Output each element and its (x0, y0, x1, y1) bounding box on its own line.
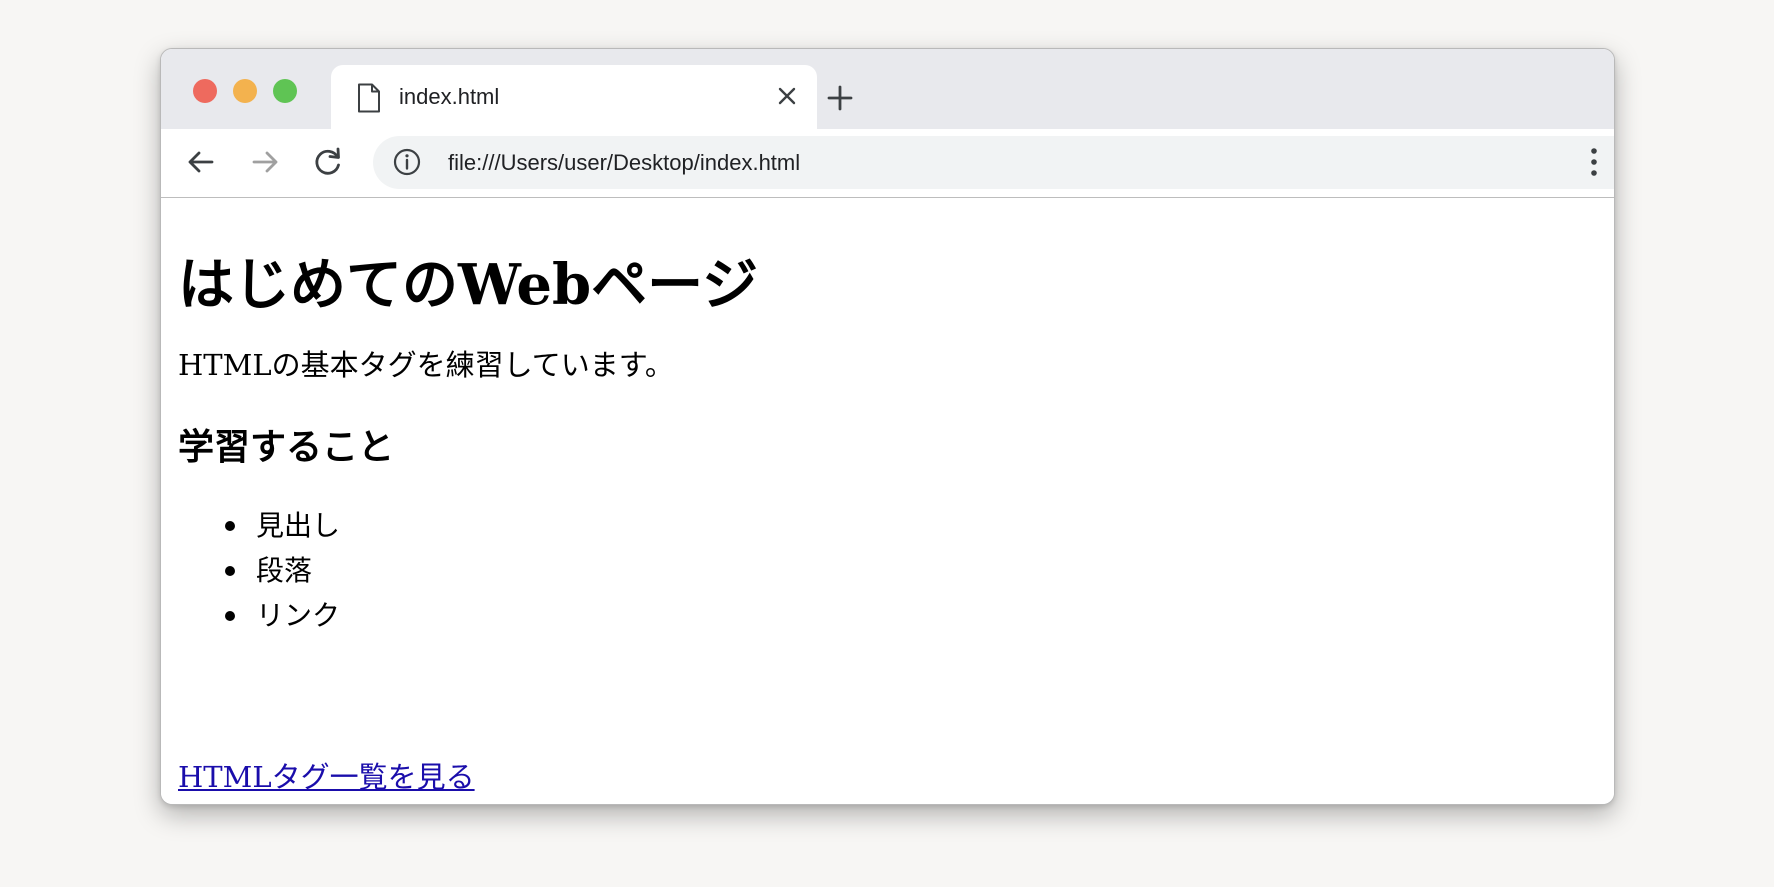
page-heading: はじめてのWebページ (178, 252, 758, 318)
kebab-menu-icon[interactable] (1586, 144, 1602, 180)
reload-icon[interactable] (309, 143, 347, 181)
plus-icon[interactable] (821, 79, 859, 117)
file-icon (358, 83, 380, 113)
section-heading: 学習すること (178, 427, 395, 468)
intro-paragraph: HTMLの基本タグを練習しています。 (178, 348, 674, 382)
tab-title: index.html (399, 84, 500, 109)
list-item-text: 見出し (256, 509, 341, 542)
tab-strip: index.html (161, 49, 1614, 129)
arrow-left-icon[interactable] (182, 143, 220, 181)
url-text[interactable]: file:///Users/user/Desktop/index.html (448, 150, 800, 176)
info-icon[interactable] (392, 147, 422, 177)
tab-index-html[interactable]: index.html (331, 65, 817, 129)
page-content: はじめてのWebページ HTMLの基本タグを練習しています。 学習すること 見出… (161, 198, 1614, 804)
close-window-button[interactable] (193, 79, 217, 103)
html-tags-link[interactable]: HTMLタグ一覧を見る (178, 754, 475, 796)
list-item-text: リンク (256, 599, 341, 632)
bullet-icon (225, 611, 235, 621)
close-icon[interactable] (775, 84, 799, 108)
browser-window: index.html file:///Users/user/Desktop/in… (160, 48, 1615, 805)
list-item-text: 段落 (256, 554, 313, 587)
arrow-right-icon[interactable] (246, 143, 284, 181)
minimize-window-button[interactable] (233, 79, 257, 103)
maximize-window-button[interactable] (273, 79, 297, 103)
bullet-icon (225, 566, 235, 576)
browser-toolbar: file:///Users/user/Desktop/index.html (161, 129, 1614, 198)
bullet-icon (225, 521, 235, 531)
address-bar[interactable]: file:///Users/user/Desktop/index.html (373, 136, 1614, 189)
